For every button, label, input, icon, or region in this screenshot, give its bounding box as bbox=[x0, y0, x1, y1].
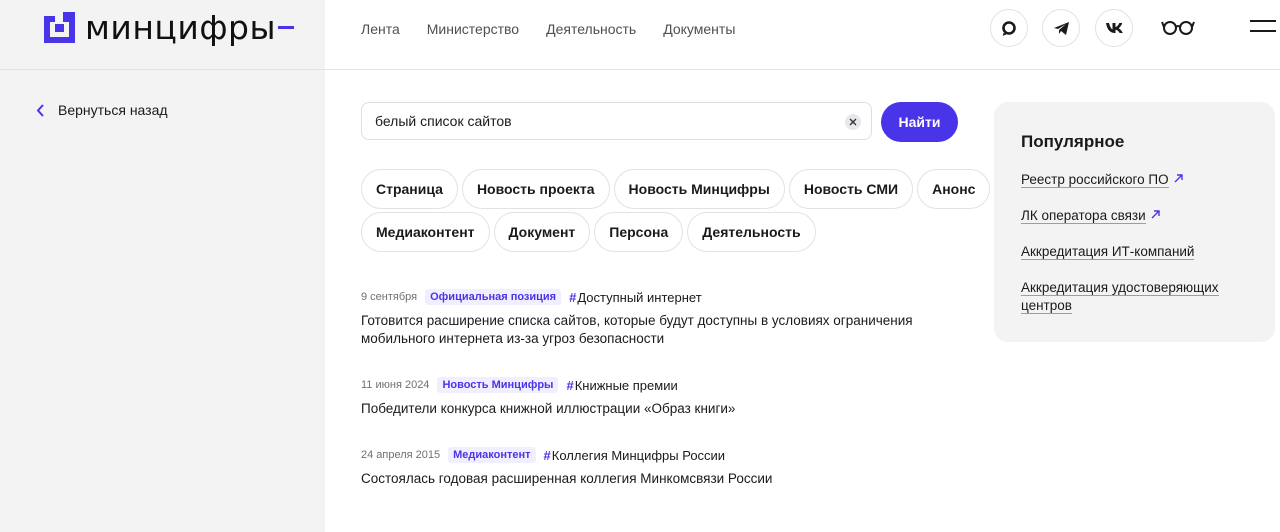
filter-chip-media-news[interactable]: Новость СМИ bbox=[788, 169, 914, 209]
result-type-badge[interactable]: Официальная позиция bbox=[425, 289, 562, 305]
result-title[interactable]: Победители конкурса книжной иллюстрации … bbox=[361, 400, 921, 418]
logo[interactable]: минцифры bbox=[44, 8, 295, 47]
nav-item-activity[interactable]: Деятельность bbox=[546, 21, 636, 37]
max-icon bbox=[1002, 21, 1016, 36]
result-title-line: Состоялась годовая расширенная коллегия … bbox=[361, 471, 773, 486]
search-result: 11 июня 2024 Новость Минцифры #Книжные п… bbox=[361, 376, 921, 418]
logo-cursor bbox=[278, 26, 295, 29]
popular-link-label: центров bbox=[1021, 298, 1072, 314]
filter-chip-person[interactable]: Персона bbox=[594, 212, 684, 252]
filter-chip-activity[interactable]: Деятельность bbox=[687, 212, 816, 252]
popular-link-label: Аккредитация ИТ-компаний bbox=[1021, 244, 1195, 260]
popular-link-software-registry[interactable]: Реестр российского ПО bbox=[1021, 171, 1246, 189]
result-date: 24 апреля 2015 bbox=[361, 449, 441, 461]
hash-icon: # bbox=[566, 377, 574, 393]
popular-link-label: ЛК оператора связи bbox=[1021, 208, 1146, 224]
telegram-button[interactable] bbox=[1042, 9, 1080, 47]
search-result: 24 апреля 2015 Медиаконтент #Коллегия Ми… bbox=[361, 446, 921, 488]
close-icon bbox=[849, 118, 857, 126]
filter-chip-project-news[interactable]: Новость проекта bbox=[461, 169, 610, 209]
result-date: 11 июня 2024 bbox=[361, 379, 430, 391]
vk-button[interactable] bbox=[1095, 9, 1133, 47]
popular-panel: Популярное Реестр российского ПО ЛК опер… bbox=[994, 102, 1275, 342]
result-title[interactable]: Состоялась годовая расширенная коллегия … bbox=[361, 470, 921, 488]
result-tag[interactable]: #Книжные премии bbox=[566, 378, 677, 393]
result-meta: 24 апреля 2015 Медиаконтент #Коллегия Ми… bbox=[361, 446, 921, 464]
filter-chip-announcement[interactable]: Анонс bbox=[917, 169, 991, 209]
hash-icon: # bbox=[543, 447, 551, 463]
result-tag[interactable]: #Коллегия Минцифры России bbox=[544, 448, 726, 463]
search-input[interactable] bbox=[375, 113, 825, 129]
chevron-left-icon bbox=[36, 103, 44, 117]
popular-link-label: Аккредитация удостоверяющих bbox=[1021, 280, 1219, 296]
filter-chip-document[interactable]: Документ bbox=[493, 212, 591, 252]
popular-link-certification-centers[interactable]: Аккредитация удостоверяющих центров bbox=[1021, 279, 1246, 315]
clear-search-button[interactable] bbox=[845, 114, 861, 130]
result-tag-label: Коллегия Минцифры России bbox=[551, 447, 726, 463]
result-tag-label: Доступный интернет bbox=[577, 289, 702, 305]
back-link-label: Вернуться назад bbox=[58, 102, 168, 118]
result-title-line: мобильного интернета из-за угроз безопас… bbox=[361, 331, 665, 346]
menu-icon bbox=[1250, 20, 1276, 32]
menu-button[interactable] bbox=[1250, 20, 1276, 40]
filter-chip-media-content[interactable]: Медиаконтент bbox=[361, 212, 490, 252]
result-type-badge[interactable]: Новость Минцифры bbox=[437, 377, 559, 393]
vk-icon bbox=[1105, 23, 1123, 33]
logo-text: минцифры bbox=[85, 8, 277, 47]
external-link-icon bbox=[1174, 174, 1183, 183]
popular-title: Популярное bbox=[1021, 132, 1125, 151]
result-tag-label: Книжные премии bbox=[574, 377, 678, 393]
result-title-line: Готовится расширение списка сайтов, кото… bbox=[361, 313, 913, 328]
result-date: 9 сентября bbox=[361, 291, 418, 303]
accessibility-button[interactable] bbox=[1161, 18, 1195, 41]
popular-link-operator-account[interactable]: ЛК оператора связи bbox=[1021, 207, 1246, 225]
result-title[interactable]: Готовится расширение списка сайтов, кото… bbox=[361, 312, 921, 348]
popular-link-label: Реестр российского ПО bbox=[1021, 172, 1169, 188]
left-column bbox=[0, 0, 325, 532]
nav-item-documents[interactable]: Документы bbox=[663, 21, 735, 37]
filter-chips-row-1: Страница Новость проекта Новость Минцифр… bbox=[361, 169, 991, 209]
telegram-icon bbox=[1053, 21, 1069, 35]
nav-item-ministry[interactable]: Министерство bbox=[427, 21, 519, 37]
filter-chip-ministry-news[interactable]: Новость Минцифры bbox=[613, 169, 785, 209]
result-tag[interactable]: #Доступный интернет bbox=[569, 290, 702, 305]
result-meta: 11 июня 2024 Новость Минцифры #Книжные п… bbox=[361, 376, 921, 394]
search-button[interactable]: Найти bbox=[881, 102, 958, 142]
external-link-icon bbox=[1151, 210, 1160, 219]
filter-chip-page[interactable]: Страница bbox=[361, 169, 458, 209]
search-result: 9 сентября Официальная позиция #Доступны… bbox=[361, 288, 921, 348]
popular-link-it-accreditation[interactable]: Аккредитация ИТ-компаний bbox=[1021, 243, 1246, 261]
filter-chips-row-2: Медиаконтент Документ Персона Деятельнос… bbox=[361, 212, 816, 252]
search-box bbox=[361, 102, 872, 140]
hash-icon: # bbox=[569, 289, 577, 305]
max-button[interactable] bbox=[990, 9, 1028, 47]
glasses-icon bbox=[1161, 21, 1195, 35]
back-link[interactable]: Вернуться назад bbox=[36, 102, 168, 118]
site-header: минцифры Лента Министерство Деятельность… bbox=[0, 0, 1280, 70]
result-type-badge[interactable]: Медиаконтент bbox=[448, 447, 536, 463]
result-title-line: Победители конкурса книжной иллюстрации … bbox=[361, 401, 736, 416]
main-nav: Лента Министерство Деятельность Документ… bbox=[361, 21, 735, 37]
nav-item-feed[interactable]: Лента bbox=[361, 21, 400, 37]
result-meta: 9 сентября Официальная позиция #Доступны… bbox=[361, 288, 921, 306]
logo-mark-icon bbox=[44, 12, 75, 43]
